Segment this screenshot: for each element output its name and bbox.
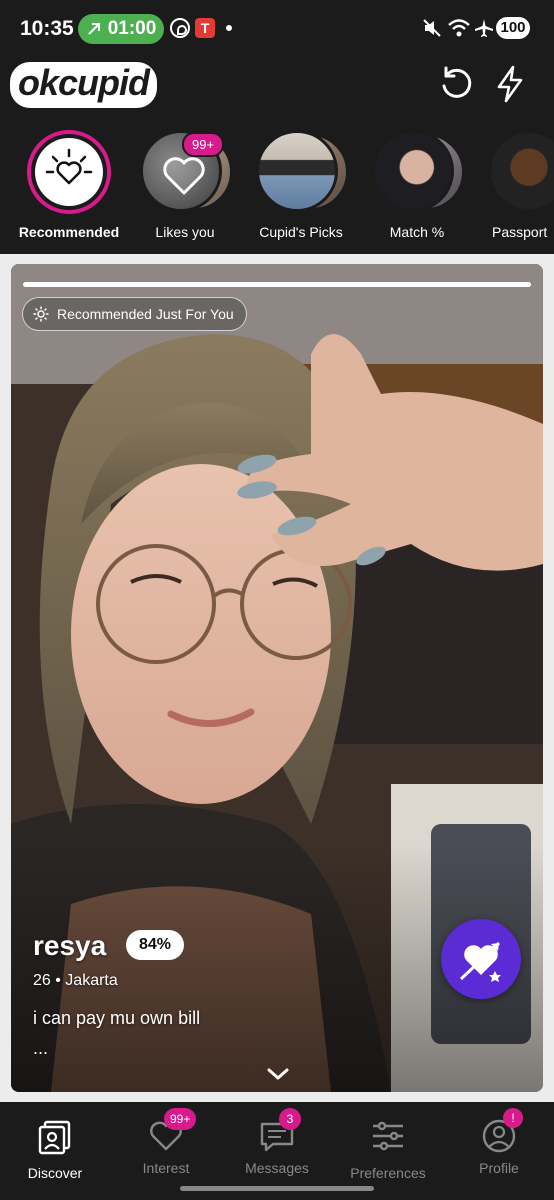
discover-icon [38, 1120, 71, 1155]
nav-label: Messages [245, 1160, 309, 1176]
call-timer: 01:00 [107, 18, 157, 39]
category-label: Match % [389, 224, 445, 240]
category-label: Recommended [18, 224, 120, 240]
nav-profile[interactable]: ! Profile [444, 1108, 554, 1176]
nav-interest[interactable]: 99+ Interest [111, 1108, 221, 1176]
category-recommended[interactable]: Recommended [14, 130, 124, 240]
nav-discover[interactable]: Discover [0, 1116, 110, 1181]
likes-count-badge: 99+ [182, 132, 225, 157]
app-logo: okcupid [10, 62, 158, 108]
profile-age-location: 26 • Jakarta [33, 972, 118, 989]
category-label: Likes you [155, 224, 215, 240]
mute-icon [423, 19, 441, 37]
status-time: 10:35 [20, 17, 74, 40]
undo-icon[interactable] [436, 64, 476, 104]
nav-label: Interest [142, 1160, 190, 1176]
call-arrow-icon [87, 23, 100, 35]
profile-card[interactable]: Recommended Just For You resya 84% 26 • … [11, 264, 543, 1092]
category-carousel[interactable]: Recommended 99+ Likes you Cupid's Picks … [0, 130, 554, 240]
wifi-icon [448, 19, 470, 37]
category-label: Passport [492, 224, 548, 240]
sliders-icon [373, 1121, 403, 1151]
status-bar: 10:35 01:00 T 100 [0, 0, 554, 58]
category-passport[interactable]: Passport [478, 130, 554, 240]
boost-icon[interactable] [490, 64, 530, 104]
heart-arrow-icon [459, 941, 501, 982]
home-indicator[interactable] [180, 1186, 374, 1191]
recommended-chip-label: Recommended Just For You [57, 306, 234, 322]
messages-badge: 3 [279, 1108, 301, 1130]
photo-progress-bar [23, 282, 531, 287]
sun-icon [33, 306, 49, 322]
nav-label: Discover [27, 1165, 83, 1181]
notification-dot-icon [226, 25, 232, 31]
battery-indicator: 100 [496, 17, 530, 39]
match-percent-avatars [370, 130, 464, 214]
passport-avatars [486, 130, 554, 214]
profile-alert-badge: ! [503, 1108, 523, 1128]
t-app-icon: T [195, 18, 215, 38]
chevron-down-icon[interactable] [265, 1064, 291, 1084]
nav-label: Profile [479, 1160, 519, 1176]
whatsapp-icon [170, 18, 190, 38]
ongoing-call-pill[interactable]: 01:00 [78, 14, 164, 44]
category-match-percent[interactable]: Match % [362, 130, 472, 240]
sun-heart-icon [45, 148, 93, 185]
airplane-icon [475, 19, 493, 37]
category-label: Cupid's Picks [259, 224, 343, 240]
nav-preferences[interactable]: Preferences [333, 1116, 443, 1181]
category-cupids-picks[interactable]: Cupid's Picks [246, 130, 356, 240]
superlike-button[interactable] [441, 919, 521, 999]
profile-more-ellipsis[interactable]: ... [33, 1038, 48, 1059]
cupids-picks-avatars [254, 130, 348, 214]
recommended-ring [27, 130, 111, 214]
category-likes-you[interactable]: 99+ Likes you [130, 130, 240, 240]
nav-messages[interactable]: 3 Messages [222, 1108, 332, 1176]
card-area: Recommended Just For You resya 84% 26 • … [0, 254, 554, 1102]
nav-label: Preferences [350, 1165, 426, 1181]
interest-badge: 99+ [164, 1108, 197, 1130]
likes-you-avatars: 99+ [138, 130, 232, 214]
recommended-chip: Recommended Just For You [22, 297, 247, 331]
profile-bio: i can pay mu own bill [33, 1008, 201, 1028]
profile-name: resya [33, 930, 107, 961]
match-percentage: 84% [126, 930, 184, 960]
